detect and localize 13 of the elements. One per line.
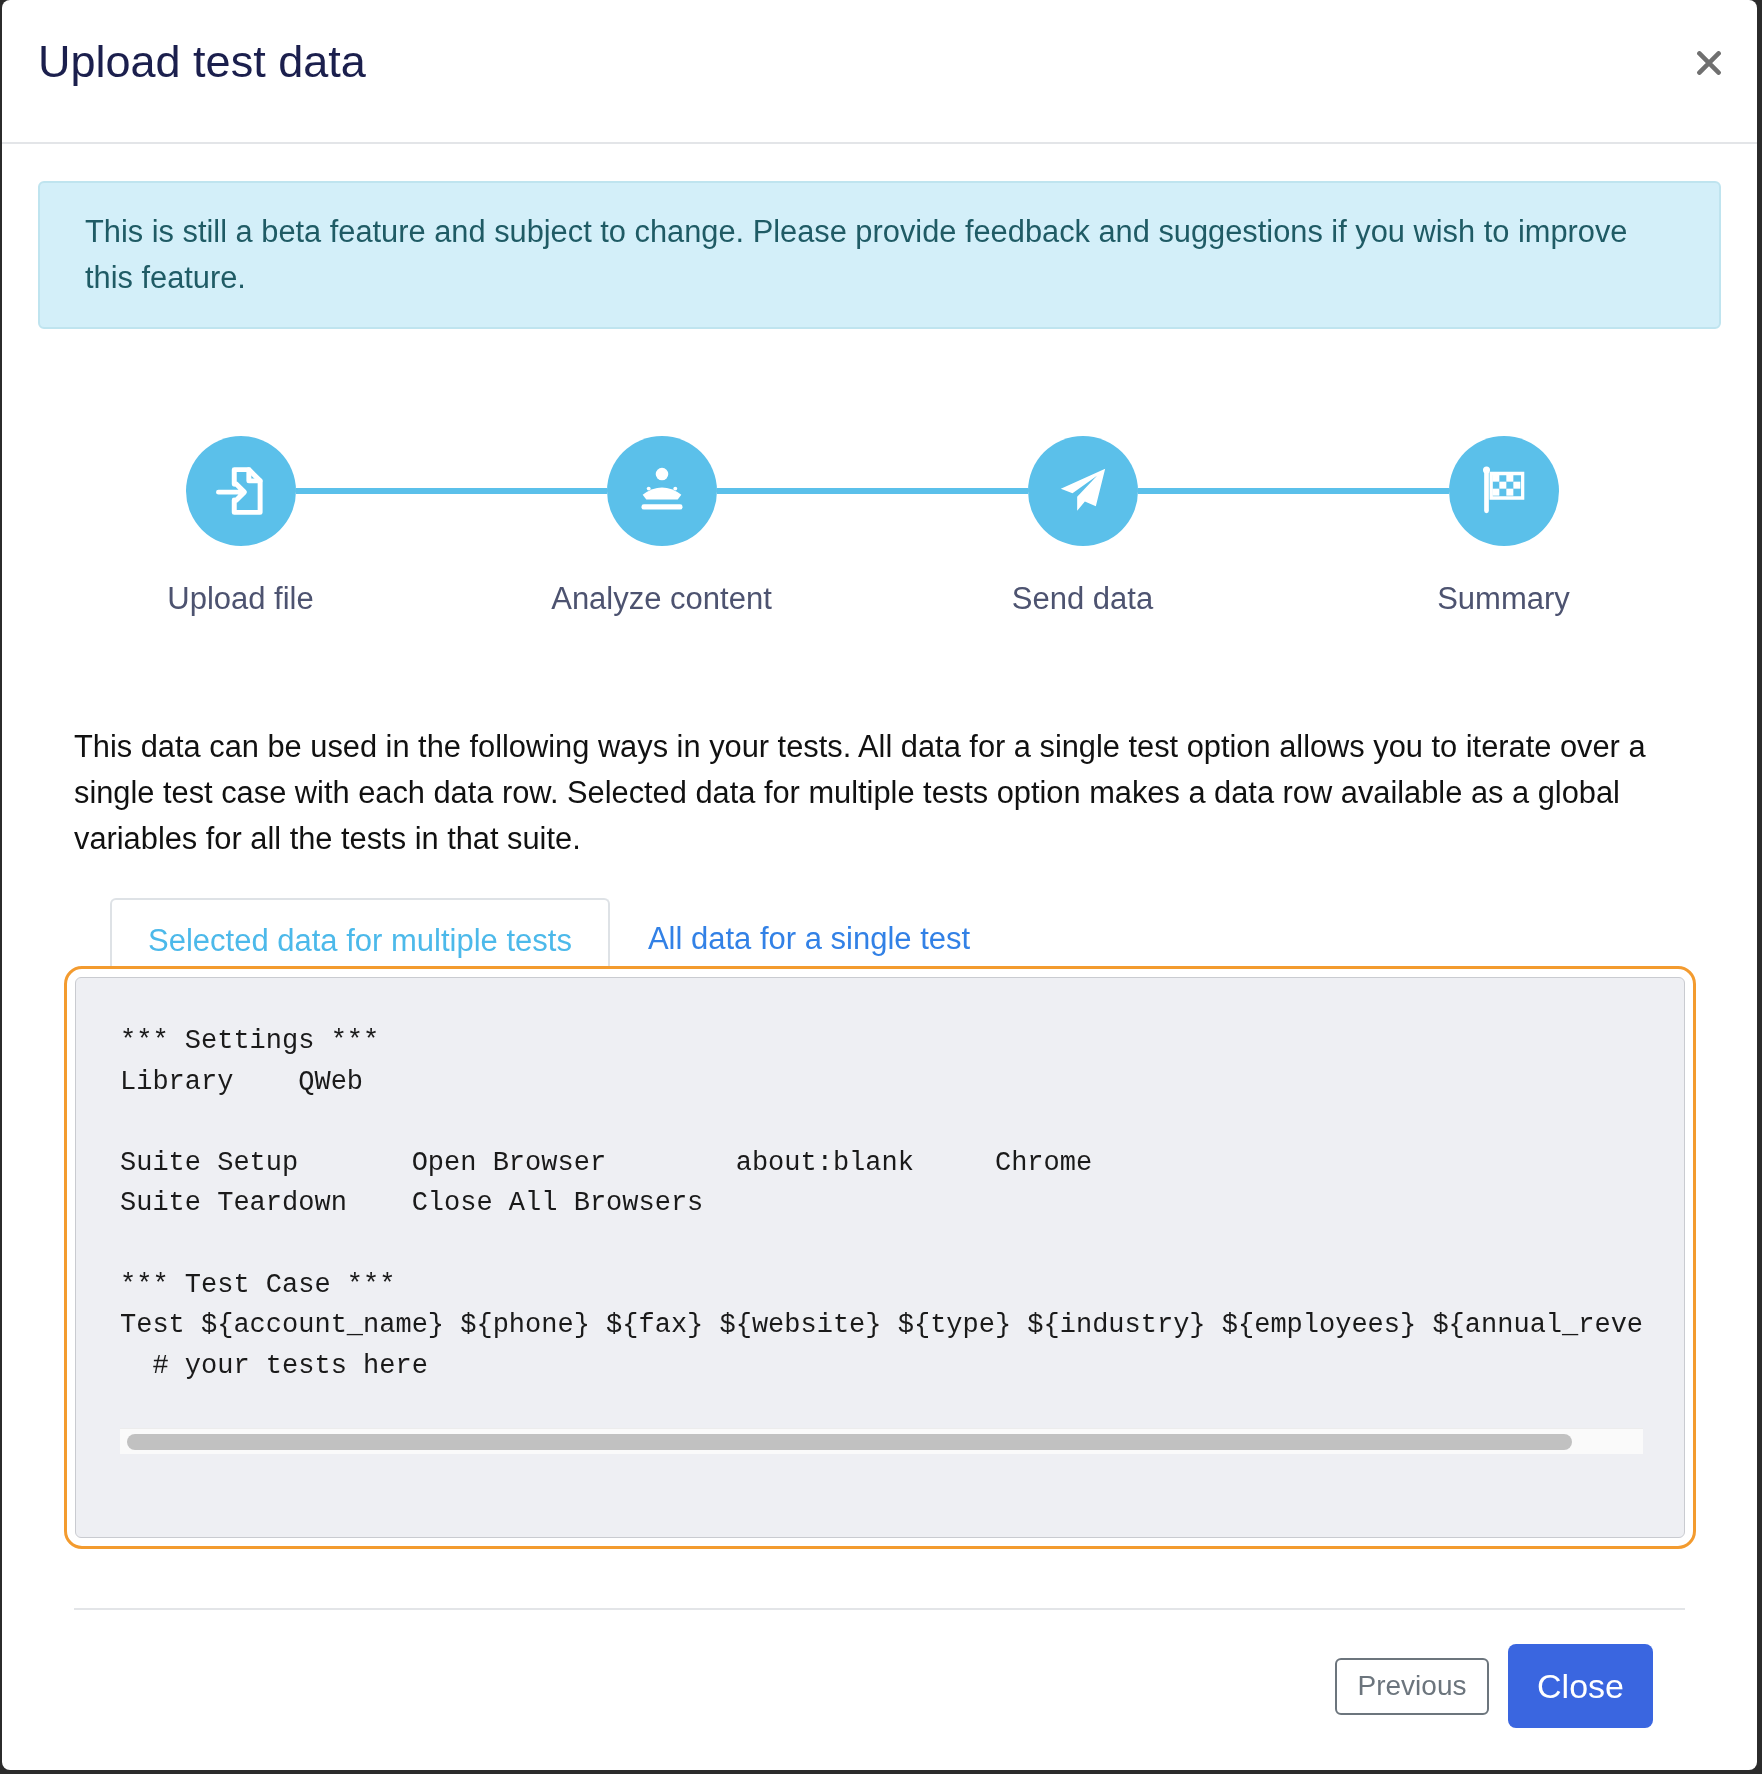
previous-button[interactable]: Previous: [1335, 1657, 1489, 1715]
description-text: This data can be used in the following ways in your tests. All data for a single test option allows you to iterate over a single test case with each data row. Selected data for multiple tests option makes a data row available as a global variables for all the tests in that suite.: [74, 728, 1647, 858]
scrollbar-thumb[interactable]: [127, 1433, 1572, 1450]
info-alert: This is still a beta feature and subject to change. Please provide feedback and suggestions if you wish to improve this feature.: [38, 181, 1721, 329]
step-label: Upload file: [167, 581, 314, 617]
close-button[interactable]: Close: [1508, 1644, 1653, 1729]
tab[interactable]: All data for a single test: [609, 898, 1009, 966]
step-label: Summary: [1437, 581, 1570, 617]
dialog-title: Upload test data: [38, 36, 366, 88]
close-icon[interactable]: [1697, 51, 1721, 75]
step-label: Send data: [1011, 581, 1154, 617]
code-text: *** Settings *** Library QWeb Suite Setup Open Browser about:blank Chrome Suite Teardown Close All Browsers *** Test Case *** Test ${account_name} ${phone} ${fax} ${website} ${type} ${industry} ${employees} ${annual_reve # your tests here: [120, 1025, 1644, 1383]
step-label: Analyze content: [551, 581, 772, 617]
